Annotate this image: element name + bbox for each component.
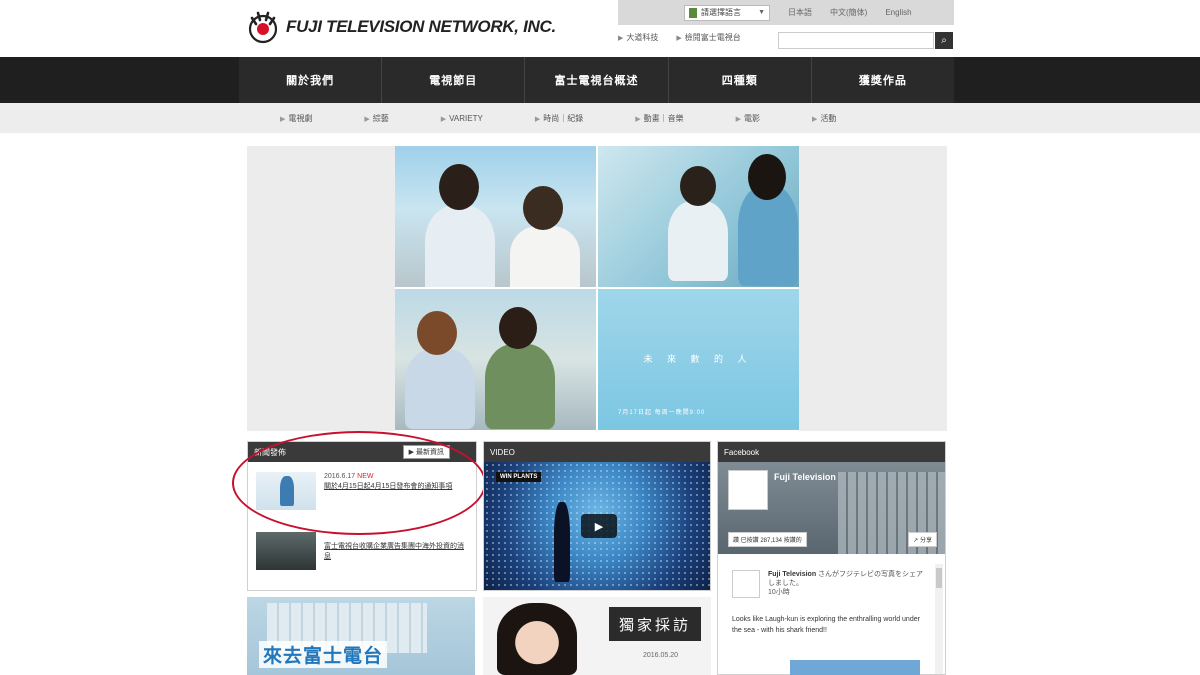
news-item[interactable]: 2016.6.17 NEW 關於4月15日起4月15日發布會的通知事項: [256, 472, 464, 510]
subnav-label: 綜藝: [372, 113, 389, 123]
hero-image-4: 未 來 數 的 人 7月17日起 每周一晚間9:00: [598, 289, 799, 430]
sub-nav: ▶ 電視劇 ▶ 綜藝 ▶ VARIETY ▶ 時尚｜紀錄 ▶ 動畫｜音樂 ▶ 電影 ▶ 活動: [0, 103, 1200, 133]
hero-image-3: [395, 289, 596, 430]
subnav-movies[interactable]: ▶ 電影: [736, 113, 760, 124]
video-panel-header: VIDEO: [484, 442, 710, 462]
facebook-post-author[interactable]: Fuji Television: [768, 571, 816, 578]
subnav-label: 動畫｜音樂: [643, 113, 684, 123]
subnav-drama[interactable]: ▶ 電視劇: [280, 113, 312, 124]
site-logo[interactable]: FUJI TELEVISION NETWORK, INC.: [246, 10, 556, 44]
arrow-right-icon: ▶: [534, 115, 541, 123]
video-panel: VIDEO WIN PLANTS ▶: [483, 441, 711, 591]
subnav-label: 電影: [743, 113, 760, 123]
arrow-right-icon: ▶: [364, 115, 370, 123]
header-sub-links: ▶ 大道科技 ▶ 檢閱富士電視台: [618, 32, 759, 43]
play-icon: ▶: [594, 520, 604, 533]
news-more-button[interactable]: ▶ 最新資訊: [402, 445, 450, 459]
facebook-page-name[interactable]: Fuji Television: [774, 472, 836, 482]
search-input[interactable]: [778, 32, 934, 49]
facebook-page-logo: [728, 470, 768, 510]
subnav-variety-zh[interactable]: ▶ 綜藝: [364, 113, 388, 124]
video-tag: WIN PLANTS: [496, 472, 542, 482]
nav-about[interactable]: 關於我們: [239, 57, 383, 103]
subnav-label: VARIETY: [449, 113, 483, 123]
hero-title: 未 來 數 的 人: [643, 354, 753, 364]
flag-icon: [689, 7, 697, 18]
facebook-cover[interactable]: Fuji Television 讚 已按讚 287,134 按讚的 ↗ 分享: [718, 462, 945, 554]
hero-date: 7月17日起 每周一晚間9:00: [618, 410, 706, 416]
facebook-post-text: Looks like Laugh-kun is exploring the en…: [732, 616, 920, 634]
subnav-label: 時尚｜紀錄: [543, 113, 584, 123]
subnav-events[interactable]: ▶ 活動: [812, 113, 836, 124]
interview-badge: 獨家採訪: [609, 607, 701, 641]
facebook-post-header: Fuji Television さんがフジテレビの写真をシェアしました。 10小…: [732, 570, 928, 598]
promo-text: 來去富士電台: [259, 641, 388, 668]
nav-awards[interactable]: 獲獎作品: [812, 57, 954, 103]
news-panel-header: 新聞發佈 ▶ 最新資訊: [248, 442, 476, 462]
header-link-1[interactable]: 大道科技: [626, 32, 658, 43]
arrow-right-icon: ▶: [811, 115, 818, 123]
facebook-like-button[interactable]: 讚 已按讚 287,134 按讚的: [728, 532, 807, 547]
news-panel-title: 新聞發佈: [254, 447, 286, 457]
play-button[interactable]: ▶: [581, 514, 617, 538]
facebook-panel-header: Facebook: [718, 442, 945, 462]
subnav-label: 電視劇: [288, 113, 313, 123]
subnav-variety[interactable]: ▶ VARIETY: [441, 114, 483, 123]
facebook-post-time: 10小時: [768, 589, 790, 596]
arrow-right-icon: ▶: [440, 115, 447, 123]
lang-link-english[interactable]: English: [885, 8, 911, 17]
hero-image-2: [598, 146, 799, 287]
hero-banner[interactable]: 未 來 數 的 人 7月17日起 每周一晚間9:00: [395, 146, 799, 431]
hero-image-1: [395, 146, 596, 287]
news-thumbnail: [256, 472, 316, 510]
interview-portrait: [497, 603, 577, 675]
interview-date: 2016.05.20: [643, 652, 679, 659]
search-icon: ⌕: [941, 35, 947, 46]
subnav-fashion[interactable]: ▶ 時尚｜紀錄: [535, 113, 583, 124]
utility-bar: 請選擇語言 ▼ 日本語 中文(簡体) English: [618, 0, 954, 25]
facebook-scrollbar[interactable]: [935, 564, 943, 674]
news-thumbnail: [256, 532, 316, 570]
language-select[interactable]: 請選擇語言 ▼: [684, 4, 770, 21]
nav-programs[interactable]: 電視節目: [382, 57, 526, 103]
search-button[interactable]: ⌕: [935, 32, 953, 49]
nav-overview[interactable]: 富士電視台概述: [525, 57, 669, 103]
language-select-value: 請選擇語言: [701, 8, 741, 17]
video-figure: [554, 502, 570, 582]
facebook-post-image[interactable]: [790, 660, 920, 675]
header-link-2[interactable]: 檢閱富士電視台: [685, 32, 741, 43]
news-panel: 新聞發佈 ▶ 最新資訊 2016.6.17 NEW 關於4月15日起4月15日發布…: [247, 441, 477, 591]
news-title[interactable]: 關於4月15日起4月15日發布會的通知事項: [324, 482, 464, 492]
nav-categories[interactable]: 四種類: [669, 57, 812, 103]
promo-banner[interactable]: 來去富士電台: [247, 597, 475, 675]
arrow-right-icon: ▶: [735, 115, 741, 123]
news-title[interactable]: 富士電視台收購企業廣告集團中海外投資的消息: [324, 542, 464, 562]
facebook-share-button[interactable]: ↗ 分享: [908, 532, 937, 547]
chevron-down-icon: ▼: [758, 9, 765, 16]
video-panel-title: VIDEO: [490, 447, 515, 457]
arrow-right-icon: ▶: [676, 34, 682, 42]
subnav-anime[interactable]: ▶ 動畫｜音樂: [635, 113, 683, 124]
interview-banner[interactable]: 獨家採訪 2016.05.20: [483, 597, 711, 675]
lang-link-japanese[interactable]: 日本語: [788, 7, 812, 18]
site-header: FUJI TELEVISION NETWORK, INC. 請選擇語言 ▼ 日本…: [0, 0, 1200, 57]
fuji-tv-logo-icon: [248, 11, 278, 44]
news-date: 2016.6.17: [324, 473, 356, 480]
avatar[interactable]: [732, 570, 760, 598]
news-item[interactable]: 富士電視台收購企業廣告集團中海外投資的消息: [256, 532, 464, 570]
arrow-right-icon: ▶: [280, 115, 286, 123]
new-badge: NEW: [357, 473, 374, 480]
arrow-right-icon: ▶: [635, 115, 641, 123]
lang-link-chinese-simplified[interactable]: 中文(簡体): [830, 7, 867, 18]
logo-wordmark: FUJI TELEVISION NETWORK, INC.: [286, 17, 556, 36]
arrow-right-icon: ▶: [618, 34, 624, 42]
subnav-label: 活動: [820, 113, 837, 123]
facebook-panel: Facebook Fuji Television 讚 已按讚 287,134 按…: [717, 441, 946, 675]
facebook-panel-title: Facebook: [724, 447, 760, 457]
video-player[interactable]: WIN PLANTS ▶: [484, 462, 710, 590]
main-nav: 關於我們 電視節目 富士電視台概述 四種類 獲獎作品: [0, 57, 1200, 103]
